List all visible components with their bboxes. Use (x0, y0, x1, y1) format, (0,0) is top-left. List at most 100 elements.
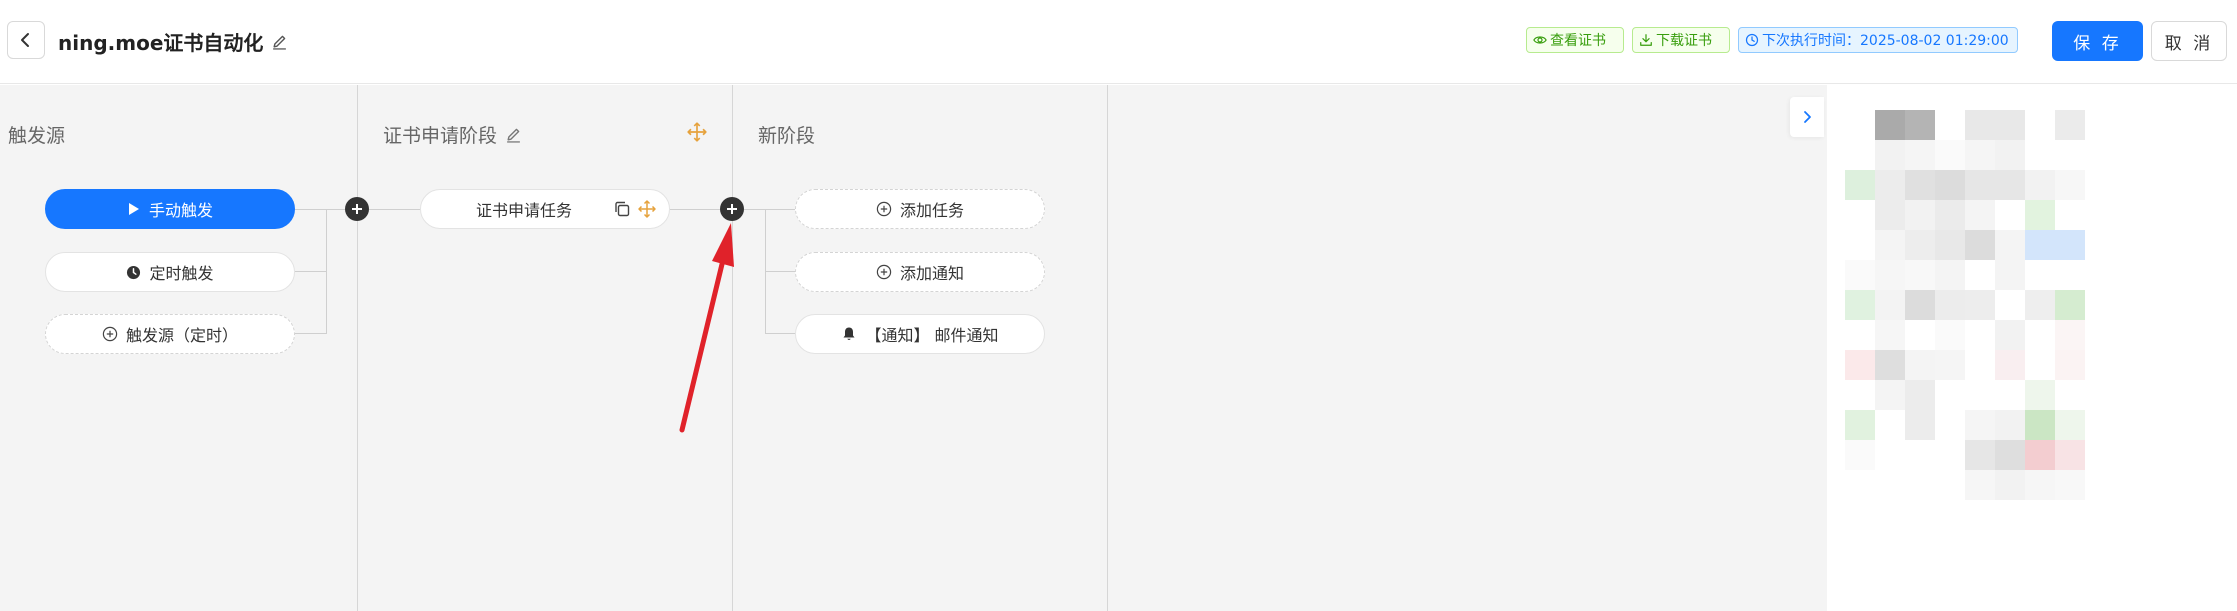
blurred-pixel (1995, 140, 2025, 170)
add-trigger-label: 触发源（定时） (125, 326, 238, 345)
blurred-pixel (1905, 380, 1935, 410)
blurred-pixel (1965, 200, 1995, 230)
blurred-pixel (1935, 290, 1965, 320)
add-notify-node[interactable]: 添加通知 (795, 252, 1045, 292)
blurred-pixel (1905, 140, 1935, 170)
download-cert-label: 下载证书 (1656, 33, 1712, 49)
blurred-pixel (1965, 140, 1995, 170)
stage-title-cert-apply: 证书申请阶段 (383, 121, 522, 148)
blurred-pixel (2025, 290, 2055, 320)
blurred-pixel (1935, 200, 1965, 230)
view-cert-tag[interactable]: 查看证书 (1526, 27, 1624, 53)
blurred-pixel (1995, 440, 2025, 470)
blurred-pixel (1935, 230, 1965, 260)
stage-divider (357, 85, 358, 611)
stage-title-cert-apply-text: 证书申请阶段 (383, 125, 498, 147)
blurred-pixel (2055, 290, 2085, 320)
stage-divider (1107, 85, 1108, 611)
download-icon (1640, 34, 1652, 46)
connector (295, 333, 326, 334)
connector (765, 333, 795, 334)
view-cert-label: 查看证书 (1550, 33, 1606, 49)
blurred-pixel (2055, 440, 2085, 470)
stage-title-new-text: 新阶段 (758, 125, 816, 147)
blurred-pixel (2025, 200, 2055, 230)
blurred-pixel (1875, 110, 1905, 140)
blurred-pixel (1965, 410, 1995, 440)
blurred-pixel (2055, 410, 2085, 440)
pipeline-title: ning.moe证书自动化 (58, 27, 288, 56)
blurred-pixel (1875, 380, 1905, 410)
expand-panel-button[interactable] (1790, 97, 1824, 137)
play-icon (128, 203, 139, 215)
eye-icon (1533, 36, 1547, 44)
clock-icon (1745, 33, 1759, 47)
timer-trigger-label: 定时触发 (149, 264, 214, 283)
blurred-side-panel (1845, 100, 2185, 510)
add-task-node[interactable]: 添加任务 (795, 189, 1045, 229)
manual-trigger-label: 手动触发 (148, 201, 213, 220)
plus-icon (352, 204, 362, 214)
chevron-right-icon (1804, 111, 1811, 123)
copy-icon[interactable] (613, 200, 631, 218)
stage-title-trigger-text: 触发源 (8, 125, 66, 147)
cancel-button[interactable]: 取 消 (2151, 21, 2227, 61)
add-stage-button[interactable] (345, 197, 369, 221)
move-icon[interactable] (686, 121, 708, 143)
blurred-pixel (2055, 170, 2085, 200)
save-button[interactable]: 保 存 (2052, 21, 2143, 61)
blurred-pixel (2055, 470, 2085, 500)
blurred-pixel (1935, 320, 1965, 350)
email-notify-node[interactable]: 【通知】 邮件通知 (795, 314, 1045, 354)
next-run-tag: 下次执行时间：2025-08-02 01:29:00 (1738, 27, 2018, 53)
blurred-pixel (2025, 440, 2055, 470)
pencil-icon[interactable] (505, 126, 522, 143)
blurred-pixel (1905, 200, 1935, 230)
add-task-label: 添加任务 (899, 201, 964, 220)
connector (765, 271, 795, 272)
blurred-pixel (1875, 170, 1905, 200)
blurred-pixel (1905, 290, 1935, 320)
manual-trigger-node[interactable]: 手动触发 (45, 189, 295, 229)
bell-icon (843, 327, 855, 341)
blurred-pixel (1965, 110, 1995, 140)
blurred-pixel (1845, 290, 1875, 320)
blurred-pixel (1995, 230, 2025, 260)
blurred-pixel (1845, 170, 1875, 200)
blurred-pixel (1845, 260, 1875, 290)
blurred-pixel (2055, 320, 2085, 350)
pipeline-canvas: 触发源 手动触发 定时触发 触发源（定时） 证书申请阶段 证书申请任务 新阶段 … (0, 85, 1827, 611)
blurred-pixel (1875, 140, 1905, 170)
timer-trigger-node[interactable]: 定时触发 (45, 252, 295, 292)
blurred-pixel (1965, 440, 1995, 470)
blurred-pixel (1875, 260, 1905, 290)
blurred-pixel (1965, 470, 1995, 500)
download-cert-tag[interactable]: 下载证书 (1632, 27, 1730, 53)
blurred-pixel (1845, 410, 1875, 440)
chevron-left-icon (21, 33, 29, 47)
stage-title-new: 新阶段 (758, 121, 815, 148)
blurred-pixel (1905, 260, 1935, 290)
add-trigger-node[interactable]: 触发源（定时） (45, 314, 295, 354)
move-icon[interactable] (637, 199, 657, 219)
back-button[interactable] (7, 21, 45, 59)
blurred-pixel (1875, 200, 1905, 230)
pencil-icon[interactable] (271, 33, 288, 50)
cert-apply-task-label: 证书申请任务 (476, 201, 573, 220)
blurred-pixel (1995, 170, 2025, 200)
blurred-pixel (1875, 320, 1905, 350)
task-node-tools (613, 199, 657, 219)
blurred-pixel (1875, 230, 1905, 260)
blurred-pixel (2025, 410, 2055, 440)
clock-icon (127, 265, 141, 279)
connector (744, 209, 795, 210)
connector (369, 209, 420, 210)
blurred-pixel (2025, 470, 2055, 500)
blurred-pixel (1965, 230, 1995, 260)
blurred-pixel (2025, 170, 2055, 200)
add-notify-label: 添加通知 (899, 264, 964, 283)
blurred-pixel (1905, 110, 1935, 140)
pipeline-title-text: ning.moe证书自动化 (58, 31, 264, 55)
blurred-pixel (1875, 350, 1905, 380)
connector (295, 271, 326, 272)
